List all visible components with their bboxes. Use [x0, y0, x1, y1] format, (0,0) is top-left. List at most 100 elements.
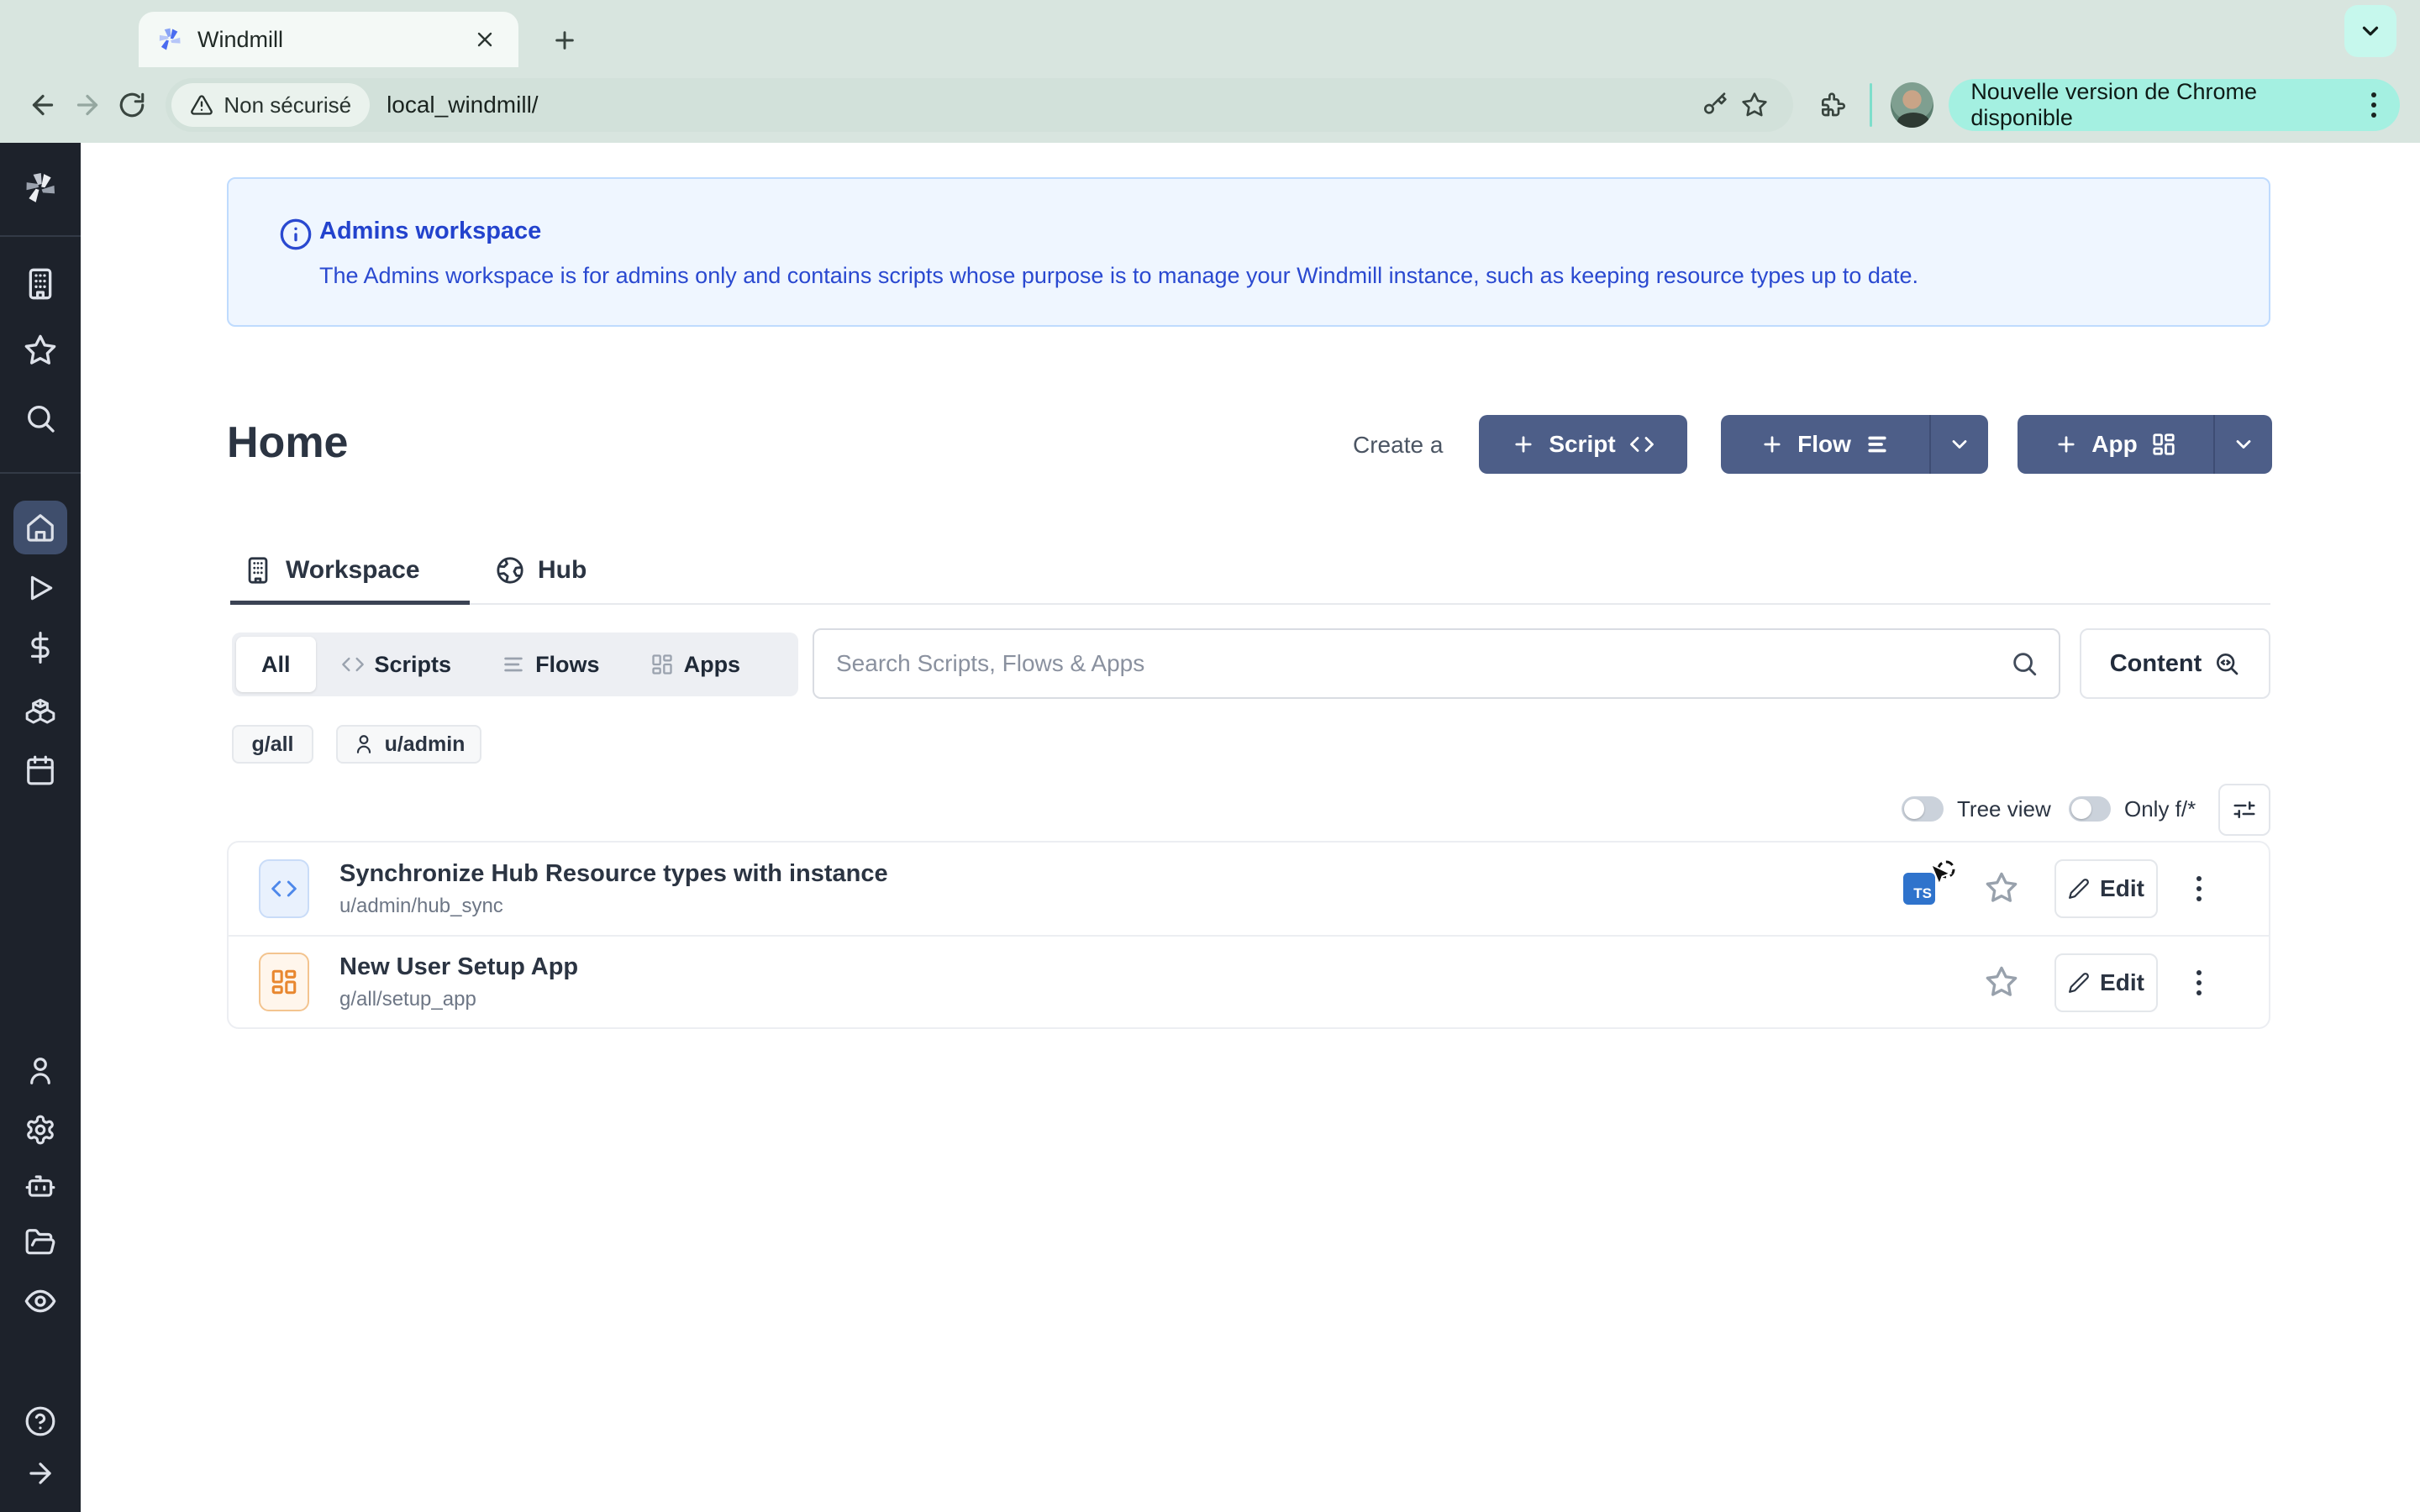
tab-hub[interactable]: Hub — [496, 544, 587, 596]
create-a-label: Create a — [1353, 432, 1443, 459]
tab-search-chevron-button[interactable] — [2344, 5, 2396, 57]
sidebar-item-audit-logs[interactable] — [24, 1284, 57, 1318]
item-text: Synchronize Hub Resource types with inst… — [339, 860, 888, 918]
sidebar-item-favorites[interactable] — [24, 333, 57, 367]
sidebar-item-workers[interactable] — [24, 1170, 56, 1202]
segment-scripts[interactable]: Scripts — [316, 637, 477, 692]
item-menu-kebab-icon[interactable] — [2182, 966, 2216, 1000]
favorite-star-icon[interactable] — [1985, 871, 2018, 905]
browser-toolbar: Non sécurisé local_windmill/ Nouvelle ve… — [0, 67, 2420, 143]
sidebar-item-runs[interactable] — [24, 572, 56, 604]
sidebar-item-search[interactable] — [24, 402, 57, 435]
forward-icon[interactable] — [65, 81, 109, 129]
globe-icon — [496, 556, 524, 585]
tab-close-icon[interactable] — [468, 23, 502, 56]
reload-icon[interactable] — [109, 81, 154, 129]
security-chip[interactable]: Non sécurisé — [171, 83, 370, 127]
info-icon — [279, 218, 313, 251]
tab-workspace[interactable]: Workspace — [244, 544, 420, 596]
create-flow-button[interactable]: Flow — [1721, 415, 1929, 474]
sidebar-item-folders[interactable] — [24, 1226, 56, 1258]
flow-list-icon — [1865, 432, 1890, 457]
page-title: Home — [227, 417, 348, 468]
back-icon[interactable] — [20, 81, 65, 129]
create-flow-label: Flow — [1797, 431, 1851, 458]
sidebar-item-users[interactable] — [24, 1055, 56, 1087]
security-label: Non sécurisé — [224, 92, 351, 118]
owner-chip-user-label: u/admin — [385, 732, 466, 757]
browser-menu-kebab-icon[interactable] — [2358, 88, 2390, 122]
item-text: New User Setup App g/all/setup_app — [339, 953, 578, 1011]
tab-workspace-label: Workspace — [286, 556, 420, 585]
sidebar-collapse-arrow-icon[interactable] — [24, 1457, 56, 1489]
list-item-script[interactable]: Synchronize Hub Resource types with inst… — [229, 843, 2269, 935]
only-f-label: Only f/* — [2124, 796, 2196, 822]
bookmark-star-icon[interactable] — [1734, 85, 1775, 125]
search-input[interactable] — [836, 650, 2010, 677]
item-title[interactable]: New User Setup App — [339, 953, 578, 981]
favorite-star-icon[interactable] — [1985, 965, 2018, 999]
content-button-label: Content — [2110, 650, 2202, 678]
sidebar-item-settings[interactable] — [24, 1114, 56, 1146]
sidebar-item-workspace[interactable] — [24, 267, 57, 301]
address-bar[interactable]: Non sécurisé local_windmill/ — [166, 78, 1792, 132]
sidebar-divider — [0, 472, 81, 474]
app-grid-icon — [259, 953, 309, 1011]
only-f-toggle[interactable] — [2069, 796, 2111, 822]
edit-button[interactable]: Edit — [2054, 953, 2158, 1012]
plus-icon — [1512, 433, 1535, 456]
flow-list-icon — [502, 653, 525, 676]
browser-tab[interactable]: Windmill — [139, 12, 518, 67]
segment-scripts-label: Scripts — [375, 652, 452, 678]
admins-workspace-banner: Admins workspace The Admins workspace is… — [227, 177, 2270, 327]
create-script-button[interactable]: Script — [1479, 415, 1687, 474]
segment-flows[interactable]: Flows — [476, 637, 625, 692]
chrome-update-button[interactable]: Nouvelle version de Chrome disponible — [1949, 79, 2400, 131]
sidebar-item-help[interactable] — [24, 1405, 56, 1437]
segment-flows-label: Flows — [535, 652, 600, 678]
search-code-icon — [2213, 650, 2240, 677]
items-list: Synchronize Hub Resource types with inst… — [227, 841, 2270, 1029]
new-tab-button[interactable] — [544, 20, 585, 60]
main-content: Admins workspace The Admins workspace is… — [81, 143, 2420, 1512]
url-text[interactable]: local_windmill/ — [387, 92, 1694, 118]
segment-all[interactable]: All — [236, 637, 316, 692]
toolbar-separator — [1870, 83, 1872, 127]
edit-button[interactable]: Edit — [2054, 859, 2158, 918]
create-app-dropdown-chevron[interactable] — [2213, 415, 2272, 474]
sidebar-item-variables[interactable] — [24, 632, 56, 664]
password-key-icon[interactable] — [1694, 85, 1734, 125]
extensions-puzzle-icon[interactable] — [1813, 85, 1852, 125]
building-icon — [244, 556, 272, 585]
chrome-update-label: Nouvelle version de Chrome disponible — [1970, 79, 2344, 131]
item-menu-kebab-icon[interactable] — [2182, 872, 2216, 906]
plus-icon — [2054, 433, 2078, 456]
sidebar-item-home[interactable] — [24, 512, 56, 543]
content-search-button[interactable]: Content — [2080, 628, 2270, 699]
banner-title: Admins workspace — [319, 218, 541, 245]
plus-icon — [1760, 433, 1784, 456]
user-icon — [353, 733, 375, 755]
create-script-label: Script — [1549, 431, 1615, 458]
tabs-divider — [230, 603, 2270, 605]
sidebar-item-schedules[interactable] — [24, 754, 56, 786]
search-icon[interactable] — [2010, 649, 2039, 678]
app-grid-icon — [650, 653, 674, 676]
kind-filter-segmented: All Scripts Flows Apps — [232, 633, 798, 696]
browser-chrome: Windmill Non sécurisé local_windmill/ — [0, 0, 2420, 143]
create-app-button[interactable]: App — [2018, 415, 2213, 474]
windmill-favicon-icon — [155, 25, 184, 54]
create-flow-dropdown-chevron[interactable] — [1929, 415, 1988, 474]
profile-avatar[interactable] — [1891, 82, 1933, 128]
owner-chip-user[interactable]: u/admin — [336, 725, 481, 764]
tree-view-toggle[interactable] — [1902, 796, 1944, 822]
script-code-icon — [259, 859, 309, 918]
mouse-cursor — [1924, 859, 1961, 896]
owner-chip-group[interactable]: g/all — [232, 725, 313, 764]
segment-all-label: All — [261, 652, 291, 678]
item-title[interactable]: Synchronize Hub Resource types with inst… — [339, 860, 888, 888]
display-settings-button[interactable] — [2218, 784, 2270, 836]
sidebar-item-resources[interactable] — [24, 693, 57, 727]
segment-apps[interactable]: Apps — [625, 637, 766, 692]
list-item-app[interactable]: New User Setup App g/all/setup_app Edit — [229, 935, 2269, 1027]
